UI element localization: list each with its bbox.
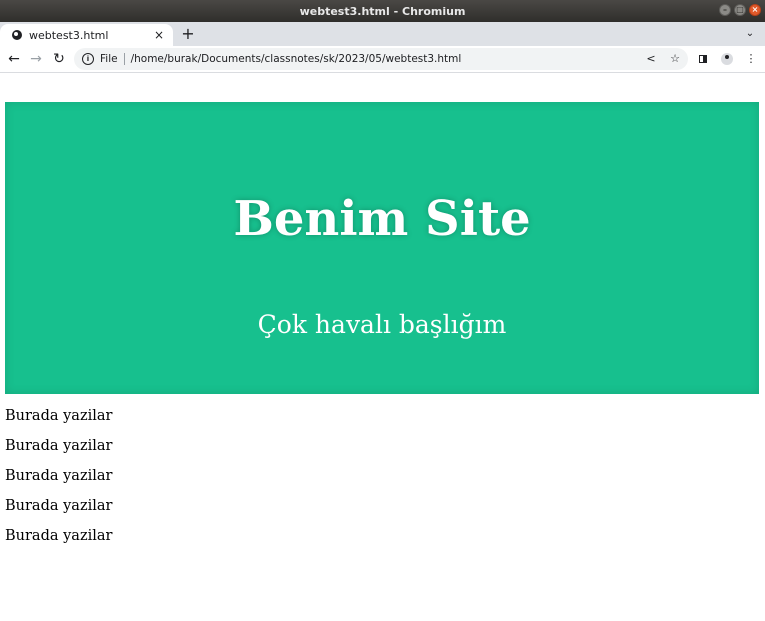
omnibox-divider: [123, 53, 125, 65]
url-text[interactable]: /home/burak/Documents/classnotes/sk/2023…: [131, 53, 462, 65]
close-tab-button[interactable]: ×: [153, 28, 165, 42]
share-icon[interactable]: <: [644, 50, 658, 68]
maximize-button[interactable]: □: [734, 4, 746, 16]
hero-banner: Benim Site Çok havalı başlığım: [5, 102, 759, 394]
window-controls: – □ ×: [719, 4, 761, 16]
info-icon[interactable]: i: [82, 53, 94, 65]
side-panel-button[interactable]: [695, 50, 711, 68]
body-paragraph: Burada yazilar: [5, 468, 113, 484]
tab-search-button[interactable]: ⌄: [743, 27, 757, 41]
forward-button[interactable]: →: [27, 50, 45, 68]
address-bar[interactable]: i File /home/burak/Documents/classnotes/…: [74, 48, 688, 70]
new-tab-button[interactable]: +: [178, 26, 198, 44]
body-paragraph: Burada yazilar: [5, 498, 113, 514]
window-title: webtest3.html - Chromium: [299, 4, 466, 18]
reload-button[interactable]: ↻: [50, 50, 68, 68]
bookmark-star-icon[interactable]: ☆: [668, 50, 682, 68]
scheme-label: File: [100, 53, 118, 65]
minimize-button[interactable]: –: [719, 4, 731, 16]
tab-webtest3[interactable]: webtest3.html ×: [0, 24, 173, 46]
profile-button[interactable]: [719, 50, 735, 68]
body-paragraph: Burada yazilar: [5, 438, 113, 454]
browser-toolbar: ← → ↻ i File /home/burak/Documents/class…: [0, 46, 765, 73]
globe-icon: [12, 30, 22, 40]
window-titlebar: webtest3.html - Chromium – □ ×: [0, 0, 765, 22]
menu-button[interactable]: ⋮: [743, 50, 759, 68]
tab-title: webtest3.html: [29, 28, 109, 42]
side-panel-icon: [699, 55, 707, 63]
site-subtitle: Çok havalı başlığım: [257, 310, 507, 339]
site-title: Benim Site: [233, 191, 531, 247]
toolbar-actions: ⋮: [695, 50, 759, 68]
body-paragraph: Burada yazilar: [5, 528, 113, 544]
omnibox-actions: < ☆: [644, 50, 682, 68]
tab-strip: webtest3.html × + ⌄: [0, 22, 765, 46]
body-paragraph: Burada yazilar: [5, 408, 113, 424]
page-content: Benim Site Çok havalı başlığım Burada ya…: [0, 73, 765, 621]
profile-icon: [721, 53, 733, 65]
back-button[interactable]: ←: [5, 50, 23, 68]
close-window-button[interactable]: ×: [749, 4, 761, 16]
